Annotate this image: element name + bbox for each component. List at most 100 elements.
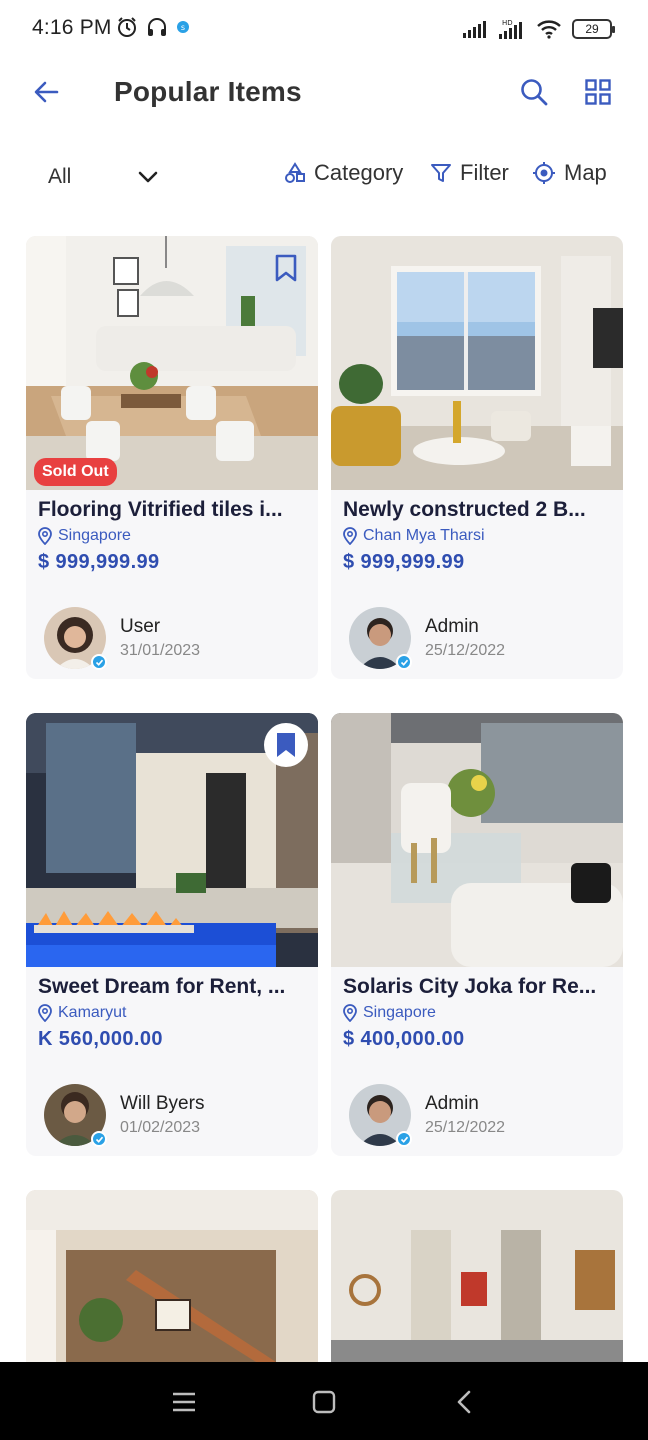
item-title: Newly constructed 2 B...: [343, 498, 586, 521]
svg-text:s: s: [181, 23, 185, 32]
search-button[interactable]: [516, 74, 552, 110]
grid-view-icon: [585, 79, 611, 105]
item-location: Singapore: [343, 1004, 436, 1022]
battery-icon: 29: [572, 19, 615, 39]
interior-photo: [331, 1190, 623, 1362]
bookmark-filled-icon: [277, 733, 295, 757]
avatar: [349, 1084, 412, 1147]
item-price: K 560,000.00: [38, 1028, 163, 1050]
page-title: Popular Items: [114, 76, 302, 107]
verified-check-icon: [91, 1131, 107, 1147]
owner-date: 01/02/2023: [120, 1119, 201, 1136]
item-title: Solaris City Joka for Re...: [343, 975, 597, 998]
all-dropdown[interactable]: All: [48, 162, 158, 192]
status-time: 4:16 PM: [32, 16, 112, 39]
item-image: [26, 713, 318, 967]
recent-apps-button[interactable]: [164, 1382, 204, 1422]
chevron-down-icon: [138, 171, 158, 183]
owner-info: User 31/01/2023: [120, 616, 200, 660]
item-location: Chan Mya Tharsi: [343, 527, 485, 545]
map-button[interactable]: Map: [532, 160, 607, 186]
item-price: $ 999,999.99: [38, 551, 160, 573]
item-card[interactable]: [26, 1190, 318, 1362]
interior-photo: [26, 1190, 318, 1362]
verified-check-icon: [396, 654, 412, 670]
status-bar: 4:16 PM s HD 29: [0, 0, 648, 60]
owner-date: 31/01/2023: [120, 642, 201, 659]
home-icon: [312, 1390, 336, 1414]
item-card[interactable]: Sold Out Flooring Vitrified tiles i... S…: [26, 236, 318, 679]
home-button[interactable]: [304, 1382, 344, 1422]
verified-check-icon: [396, 1131, 412, 1147]
item-owner: Admin 25/12/2022: [349, 606, 609, 670]
map-target-icon: [533, 162, 555, 184]
category-button[interactable]: Category: [284, 160, 403, 186]
item-card[interactable]: [331, 1190, 623, 1362]
headphones-icon: [148, 18, 166, 36]
item-card[interactable]: Sweet Dream for Rent, ... Kamaryut K 560…: [26, 713, 318, 1156]
item-price: $ 400,000.00: [343, 1028, 465, 1050]
avatar: [349, 607, 412, 670]
location-pin-icon: [343, 1004, 357, 1022]
owner-date: 25/12/2022: [425, 642, 506, 659]
system-nav-bar: [0, 1362, 648, 1440]
signal-icon: [463, 21, 486, 38]
item-title: Flooring Vitrified tiles i...: [38, 498, 283, 521]
category-label: Category: [314, 160, 404, 185]
wifi-icon: [537, 20, 561, 39]
avatar: [44, 607, 107, 670]
sold-out-badge: Sold Out: [34, 458, 117, 486]
item-image: [26, 1190, 318, 1362]
map-label: Map: [564, 160, 607, 185]
back-button[interactable]: [28, 74, 64, 110]
item-location: Singapore: [38, 527, 131, 545]
item-price: $ 999,999.99: [343, 551, 465, 573]
filter-button[interactable]: Filter: [430, 160, 509, 186]
battery-level: 29: [585, 22, 599, 36]
bookmark-outline-icon: [275, 254, 297, 282]
filter-funnel-icon: [431, 164, 451, 182]
back-arrow-icon: [34, 81, 59, 103]
all-dropdown-label: All: [48, 165, 72, 188]
owner-name: Will Byers: [120, 1093, 205, 1114]
app-bar: Popular Items: [0, 60, 648, 124]
owner-info: Admin 25/12/2022: [425, 1093, 505, 1137]
location-pin-icon: [343, 527, 357, 545]
item-owner: Admin 25/12/2022: [349, 1083, 609, 1147]
item-owner: Will Byers 01/02/2023: [44, 1083, 304, 1147]
menu-icon: [173, 1392, 195, 1412]
svg-text:HD: HD: [502, 19, 513, 27]
item-card[interactable]: Solaris City Joka for Re... Singapore $ …: [331, 713, 623, 1156]
status-right: HD 29: [462, 18, 615, 40]
avatar: [44, 1084, 107, 1147]
item-image: [331, 713, 623, 967]
location-pin-icon: [38, 1004, 52, 1022]
owner-info: Will Byers 01/02/2023: [120, 1093, 204, 1137]
bookmark-button[interactable]: [264, 246, 308, 290]
item-image: [331, 236, 623, 490]
back-icon: [457, 1390, 471, 1414]
verified-check-icon: [91, 654, 107, 670]
category-icon: [285, 162, 305, 183]
item-location-label: Singapore: [363, 1004, 436, 1021]
owner-info: Admin 25/12/2022: [425, 616, 505, 660]
location-pin-icon: [38, 527, 52, 545]
grid-view-button[interactable]: [580, 74, 616, 110]
filter-label: Filter: [460, 160, 509, 185]
item-card[interactable]: Newly constructed 2 B... Chan Mya Tharsi…: [331, 236, 623, 679]
hd-signal-icon: HD: [499, 19, 522, 39]
bookmark-button[interactable]: [264, 723, 308, 767]
item-location-label: Kamaryut: [58, 1004, 127, 1021]
owner-name: Admin: [425, 616, 479, 637]
back-nav-button[interactable]: [444, 1382, 484, 1422]
search-icon: [521, 79, 548, 106]
item-title: Sweet Dream for Rent, ...: [38, 975, 286, 998]
owner-date: 25/12/2022: [425, 1119, 506, 1136]
filter-row: All Category Filter Map: [0, 150, 648, 202]
item-image: [331, 1190, 623, 1362]
item-owner: User 31/01/2023: [44, 606, 304, 670]
owner-name: Admin: [425, 1093, 479, 1114]
item-location-label: Singapore: [58, 527, 131, 544]
item-location: Kamaryut: [38, 1004, 126, 1022]
interior-photo: [331, 236, 623, 490]
